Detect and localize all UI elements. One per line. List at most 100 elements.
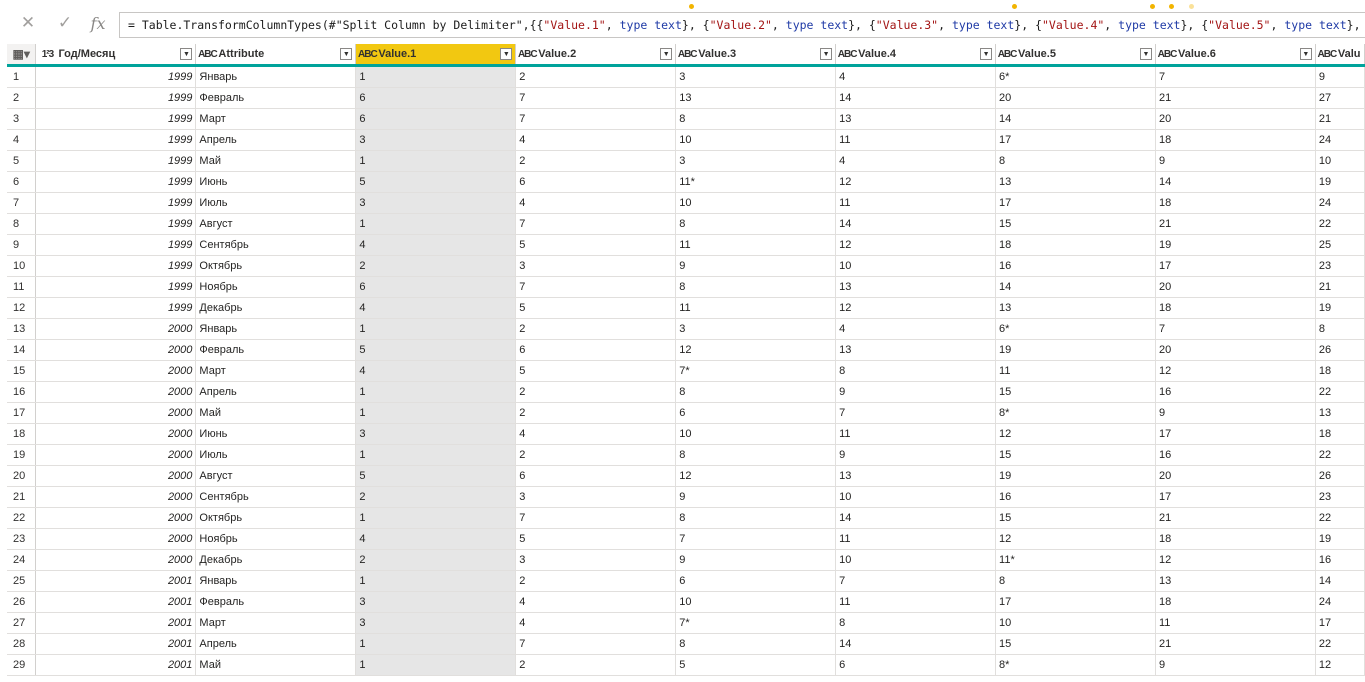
- table-cell[interactable]: Август: [195, 465, 357, 487]
- table-cell[interactable]: 6: [835, 654, 997, 676]
- table-cell[interactable]: 3: [355, 423, 517, 445]
- table-cell[interactable]: 18: [1155, 192, 1316, 214]
- table-cell[interactable]: 4: [515, 591, 677, 613]
- row-number[interactable]: 5: [7, 150, 37, 172]
- table-cell[interactable]: Январь: [195, 65, 357, 88]
- table-cell[interactable]: 6: [355, 108, 517, 130]
- table-cell[interactable]: 14: [835, 87, 997, 109]
- table-cell[interactable]: Февраль: [195, 591, 357, 613]
- table-cell[interactable]: 7: [515, 108, 677, 130]
- table-row[interactable]: 23 2000 Ноябрь 4 5 7 11 12 18 19: [7, 528, 1365, 550]
- table-cell[interactable]: Июль: [195, 444, 357, 466]
- table-row[interactable]: 11 1999 Ноябрь 6 7 8 13 14 20 21: [7, 276, 1365, 298]
- table-row[interactable]: 20 2000 Август 5 6 12 13 19 20 26: [7, 465, 1365, 487]
- table-cell[interactable]: 26: [1315, 339, 1365, 361]
- table-cell[interactable]: 21: [1155, 213, 1316, 235]
- table-row[interactable]: 13 2000 Январь 1 2 3 4 6* 7 8: [7, 318, 1365, 340]
- table-cell[interactable]: 11*: [995, 549, 1156, 571]
- table-cell[interactable]: 11*: [675, 171, 837, 193]
- table-cell[interactable]: 1999: [35, 213, 197, 235]
- table-cell[interactable]: 8: [995, 150, 1156, 172]
- table-cell[interactable]: 15: [995, 633, 1156, 655]
- table-cell[interactable]: 18: [1155, 297, 1316, 319]
- table-cell[interactable]: 1999: [35, 255, 197, 277]
- row-number[interactable]: 26: [7, 591, 37, 613]
- table-cell[interactable]: 4: [835, 318, 997, 340]
- table-row[interactable]: 8 1999 Август 1 7 8 14 15 21 22: [7, 213, 1365, 235]
- table-row[interactable]: 3 1999 Март 6 7 8 13 14 20 21: [7, 108, 1365, 130]
- row-number[interactable]: 11: [7, 276, 37, 298]
- table-cell[interactable]: 19: [995, 465, 1156, 487]
- table-cell[interactable]: 5: [355, 171, 517, 193]
- table-cell[interactable]: 24: [1315, 192, 1365, 214]
- table-cell[interactable]: Декабрь: [195, 297, 357, 319]
- text-type-icon[interactable]: ABC: [676, 49, 698, 60]
- table-cell[interactable]: 12: [1155, 360, 1316, 382]
- row-number[interactable]: 4: [7, 129, 37, 151]
- table-cell[interactable]: Август: [195, 213, 357, 235]
- table-cell[interactable]: 1: [355, 654, 517, 676]
- table-cell[interactable]: 16: [995, 486, 1156, 508]
- table-cell[interactable]: 8*: [995, 654, 1156, 676]
- table-cell[interactable]: 13: [1155, 570, 1316, 592]
- table-row[interactable]: 5 1999 Май 1 2 3 4 8 9 10: [7, 150, 1365, 172]
- table-cell[interactable]: 20: [1155, 339, 1316, 361]
- table-row[interactable]: 24 2000 Декабрь 2 3 9 10 11* 12 16: [7, 549, 1365, 571]
- table-cell[interactable]: 7: [515, 276, 677, 298]
- table-cell[interactable]: 2: [515, 381, 677, 403]
- table-row[interactable]: 2 1999 Февраль 6 7 13 14 20 21 27: [7, 87, 1365, 109]
- table-cell[interactable]: 9: [675, 255, 837, 277]
- table-cell[interactable]: 18: [995, 234, 1156, 256]
- table-cell[interactable]: 18: [1155, 528, 1316, 550]
- column-header[interactable]: ABC Value.5 ▼: [995, 44, 1156, 67]
- table-cell[interactable]: 9: [835, 444, 997, 466]
- table-cell[interactable]: 11: [835, 528, 997, 550]
- table-cell[interactable]: 1: [355, 633, 517, 655]
- table-cell[interactable]: 20: [1155, 108, 1316, 130]
- row-number[interactable]: 20: [7, 465, 37, 487]
- table-row[interactable]: 6 1999 Июнь 5 6 11* 12 13 14 19: [7, 171, 1365, 193]
- table-cell[interactable]: 2000: [35, 423, 197, 445]
- table-cell[interactable]: Июль: [195, 192, 357, 214]
- filter-dropdown-icon[interactable]: ▼: [980, 48, 993, 60]
- table-cell[interactable]: 1999: [35, 87, 197, 109]
- table-cell[interactable]: 20: [995, 87, 1156, 109]
- table-cell[interactable]: 10: [835, 486, 997, 508]
- table-cell[interactable]: 18: [1315, 423, 1365, 445]
- table-cell[interactable]: 8: [675, 108, 837, 130]
- table-cell[interactable]: 22: [1315, 213, 1365, 235]
- filter-dropdown-icon[interactable]: ▼: [1139, 48, 1152, 60]
- table-row[interactable]: 25 2001 Январь 1 2 6 7 8 13 14: [7, 570, 1365, 592]
- table-cell[interactable]: 13: [675, 87, 837, 109]
- table-cell[interactable]: 23: [1315, 486, 1365, 508]
- table-row[interactable]: 21 2000 Сентябрь 2 3 9 10 16 17 23: [7, 486, 1365, 508]
- table-cell[interactable]: 7*: [675, 360, 837, 382]
- table-cell[interactable]: 13: [995, 297, 1156, 319]
- table-cell[interactable]: 2001: [35, 654, 197, 676]
- table-cell[interactable]: 8: [675, 381, 837, 403]
- table-row[interactable]: 29 2001 Май 1 2 5 6 8* 9 12: [7, 654, 1365, 676]
- table-cell[interactable]: 15: [995, 381, 1156, 403]
- cancel-icon[interactable]: ✕: [17, 12, 39, 34]
- table-cell[interactable]: Апрель: [195, 129, 357, 151]
- table-cell[interactable]: 11: [835, 192, 997, 214]
- table-cell[interactable]: 2: [515, 65, 677, 88]
- table-cell[interactable]: 2000: [35, 402, 197, 424]
- table-cell[interactable]: 12: [835, 171, 997, 193]
- table-cell[interactable]: 1: [355, 507, 517, 529]
- table-cell[interactable]: 17: [1155, 255, 1316, 277]
- table-cell[interactable]: 2000: [35, 486, 197, 508]
- table-menu-button[interactable]: ▦▾: [7, 44, 37, 67]
- table-cell[interactable]: 9: [1155, 402, 1316, 424]
- table-cell[interactable]: 15: [995, 507, 1156, 529]
- table-cell[interactable]: 2: [515, 150, 677, 172]
- table-cell[interactable]: 20: [1155, 276, 1316, 298]
- table-cell[interactable]: 14: [1155, 171, 1316, 193]
- row-number[interactable]: 25: [7, 570, 37, 592]
- table-cell[interactable]: 5: [515, 528, 677, 550]
- table-row[interactable]: 26 2001 Февраль 3 4 10 11 17 18 24: [7, 591, 1365, 613]
- table-cell[interactable]: 11: [1155, 612, 1316, 634]
- table-cell[interactable]: 2001: [35, 633, 197, 655]
- table-cell[interactable]: 7: [675, 528, 837, 550]
- table-cell[interactable]: 1999: [35, 192, 197, 214]
